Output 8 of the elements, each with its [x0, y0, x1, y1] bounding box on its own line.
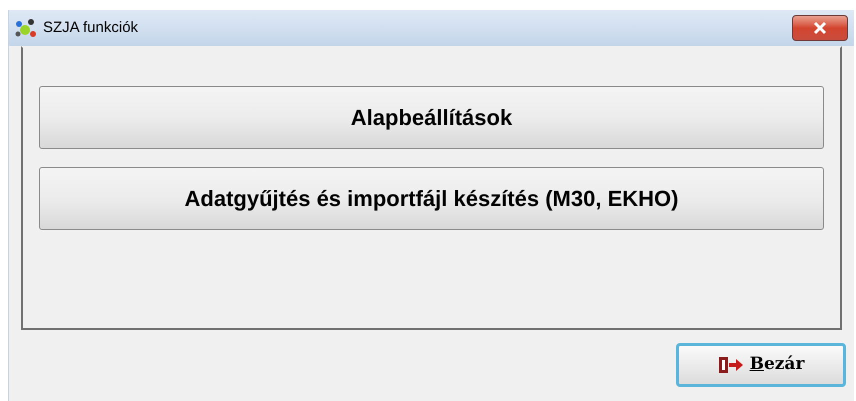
- exit-door-icon: [718, 356, 744, 374]
- exit-button[interactable]: Bezár: [676, 343, 846, 387]
- function-button[interactable]: Adatgyűjtés és importfájl készítés (M30, EKHO): [39, 167, 824, 230]
- app-icon: [13, 16, 39, 40]
- close-icon: [813, 21, 827, 35]
- window-title: SZJA funkciók: [43, 18, 138, 38]
- close-button[interactable]: [792, 15, 848, 41]
- function-button[interactable]: Alapbeállítások: [39, 86, 824, 149]
